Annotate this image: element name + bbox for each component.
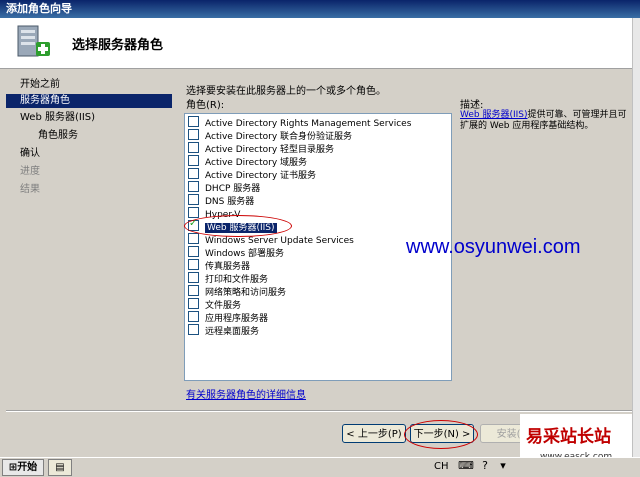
nav-item-role-services[interactable]: 角色服务 [6, 129, 172, 143]
window-titlebar: 添加角色向导 [0, 0, 640, 18]
watermark-text: www.osyunwei.com [406, 236, 581, 258]
help-icon[interactable]: ? [478, 459, 492, 473]
role-label: 应用程序服务器 [205, 314, 269, 324]
role-item[interactable]: DNS 服务器 [188, 194, 254, 207]
windows-logo-icon: ⊞ [8, 462, 18, 473]
checkbox[interactable] [188, 324, 199, 335]
roles-label: 角色(R): [186, 100, 225, 111]
server-roles-icon [17, 25, 50, 57]
role-label: Active Directory 域服务 [205, 158, 308, 168]
description-link[interactable]: Web 服务器(IIS) [460, 110, 528, 120]
role-item[interactable]: DHCP 服务器 [188, 181, 260, 194]
checkbox[interactable] [188, 259, 199, 270]
checkbox[interactable] [188, 246, 199, 257]
role-item[interactable]: Active Directory 证书服务 [188, 168, 316, 181]
checkbox[interactable] [188, 129, 199, 140]
role-label: 打印和文件服务 [205, 275, 269, 285]
options-icon[interactable]: ▾ [496, 459, 510, 473]
role-label: 文件服务 [205, 301, 242, 311]
role-item[interactable]: Active Directory Rights Management Servi… [188, 116, 411, 129]
role-item[interactable]: 网络策略和访问服务 [188, 285, 286, 298]
checkbox[interactable] [188, 194, 199, 205]
checkbox[interactable] [188, 168, 199, 179]
wizard-header: 选择服务器角色 [0, 18, 640, 69]
role-item[interactable]: 传真服务器 [188, 259, 250, 272]
role-label: 网络策略和访问服务 [205, 288, 287, 298]
role-item[interactable]: Active Directory 轻型目录服务 [188, 142, 334, 155]
nav-item-confirmation[interactable]: 确认 [6, 147, 172, 161]
nav-item-before-you-begin[interactable]: 开始之前 [6, 78, 172, 92]
role-item[interactable]: 远程桌面服务 [188, 324, 259, 337]
description-label: 描述: [460, 100, 484, 111]
role-item[interactable]: Active Directory 域服务 [188, 155, 307, 168]
window-title: 添加角色向导 [6, 2, 72, 15]
role-label: Active Directory Rights Management Servi… [205, 119, 412, 129]
checkbox[interactable] [188, 298, 199, 309]
role-label: Windows Server Update Services [205, 236, 354, 246]
role-label: 远程桌面服务 [205, 327, 260, 337]
wizard-nav: 开始之前 服务器角色 Web 服务器(IIS) 角色服务 确认 进度 结果 [0, 69, 178, 449]
instruction-text: 选择要安装在此服务器上的一个或多个角色。 [186, 86, 386, 97]
checkbox[interactable] [188, 181, 199, 192]
checkbox[interactable] [188, 272, 199, 283]
role-label: DNS 服务器 [205, 197, 255, 207]
nav-item-progress: 进度 [20, 166, 40, 177]
role-label: Active Directory 证书服务 [205, 171, 317, 181]
divider [6, 410, 634, 412]
more-info-link[interactable]: 有关服务器角色的详细信息 [186, 386, 306, 401]
description-text: Web 服务器(IIS)提供可靠、可管理并且可扩展的 Web 应用程序基础结构。 [460, 110, 630, 132]
role-label: Active Directory 联合身份验证服务 [205, 132, 353, 142]
annotation-circle [184, 215, 292, 237]
server-manager-icon: ▤ [55, 462, 65, 473]
watermark-logo: 易采站长站 [526, 427, 611, 447]
role-label: Active Directory 轻型目录服务 [205, 145, 335, 155]
keyboard-icon[interactable]: ⌨ [458, 459, 474, 473]
prev-button[interactable]: < 上一步(P) [342, 424, 406, 443]
page-title: 选择服务器角色 [72, 38, 164, 53]
role-item[interactable]: 文件服务 [188, 298, 241, 311]
checkbox[interactable] [188, 311, 199, 322]
nav-item-server-roles[interactable]: 服务器角色 [6, 94, 172, 108]
annotation-circle [404, 420, 478, 449]
taskbar-app-button[interactable]: ▤ [48, 459, 72, 476]
role-label: 传真服务器 [205, 262, 251, 272]
checkbox[interactable] [188, 233, 199, 244]
checkbox[interactable] [188, 116, 199, 127]
role-item[interactable]: 应用程序服务器 [188, 311, 268, 324]
nav-item-results: 结果 [20, 184, 40, 195]
role-label: DHCP 服务器 [205, 184, 261, 194]
nav-item-web-server-iis[interactable]: Web 服务器(IIS) [6, 111, 172, 125]
role-item[interactable]: 打印和文件服务 [188, 272, 268, 285]
checkbox[interactable] [188, 155, 199, 166]
checkbox[interactable] [188, 142, 199, 153]
start-label: 开始 [17, 462, 38, 473]
start-button[interactable]: ⊞开始 [2, 459, 44, 476]
tray-language[interactable]: CH [434, 459, 449, 474]
role-item[interactable]: Windows 部署服务 [188, 246, 284, 259]
window-scrollbar[interactable] [632, 18, 640, 457]
taskbar [0, 457, 640, 477]
checkbox[interactable] [188, 285, 199, 296]
role-label: Windows 部署服务 [205, 249, 285, 259]
role-item[interactable]: Active Directory 联合身份验证服务 [188, 129, 352, 142]
